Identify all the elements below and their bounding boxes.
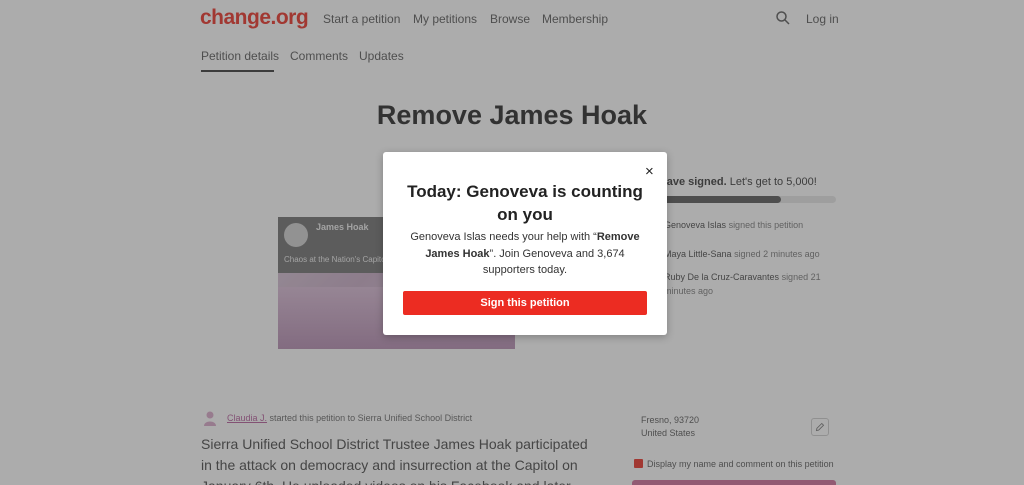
sign-prompt-modal: × Today: Genoveva is counting on you Gen… bbox=[383, 152, 667, 335]
close-icon[interactable]: × bbox=[645, 164, 654, 179]
modal-body: Genoveva Islas needs your help with “Rem… bbox=[410, 231, 640, 276]
sign-petition-button[interactable]: Sign this petition bbox=[403, 291, 647, 315]
modal-title: Today: Genoveva is counting on you bbox=[407, 182, 643, 224]
